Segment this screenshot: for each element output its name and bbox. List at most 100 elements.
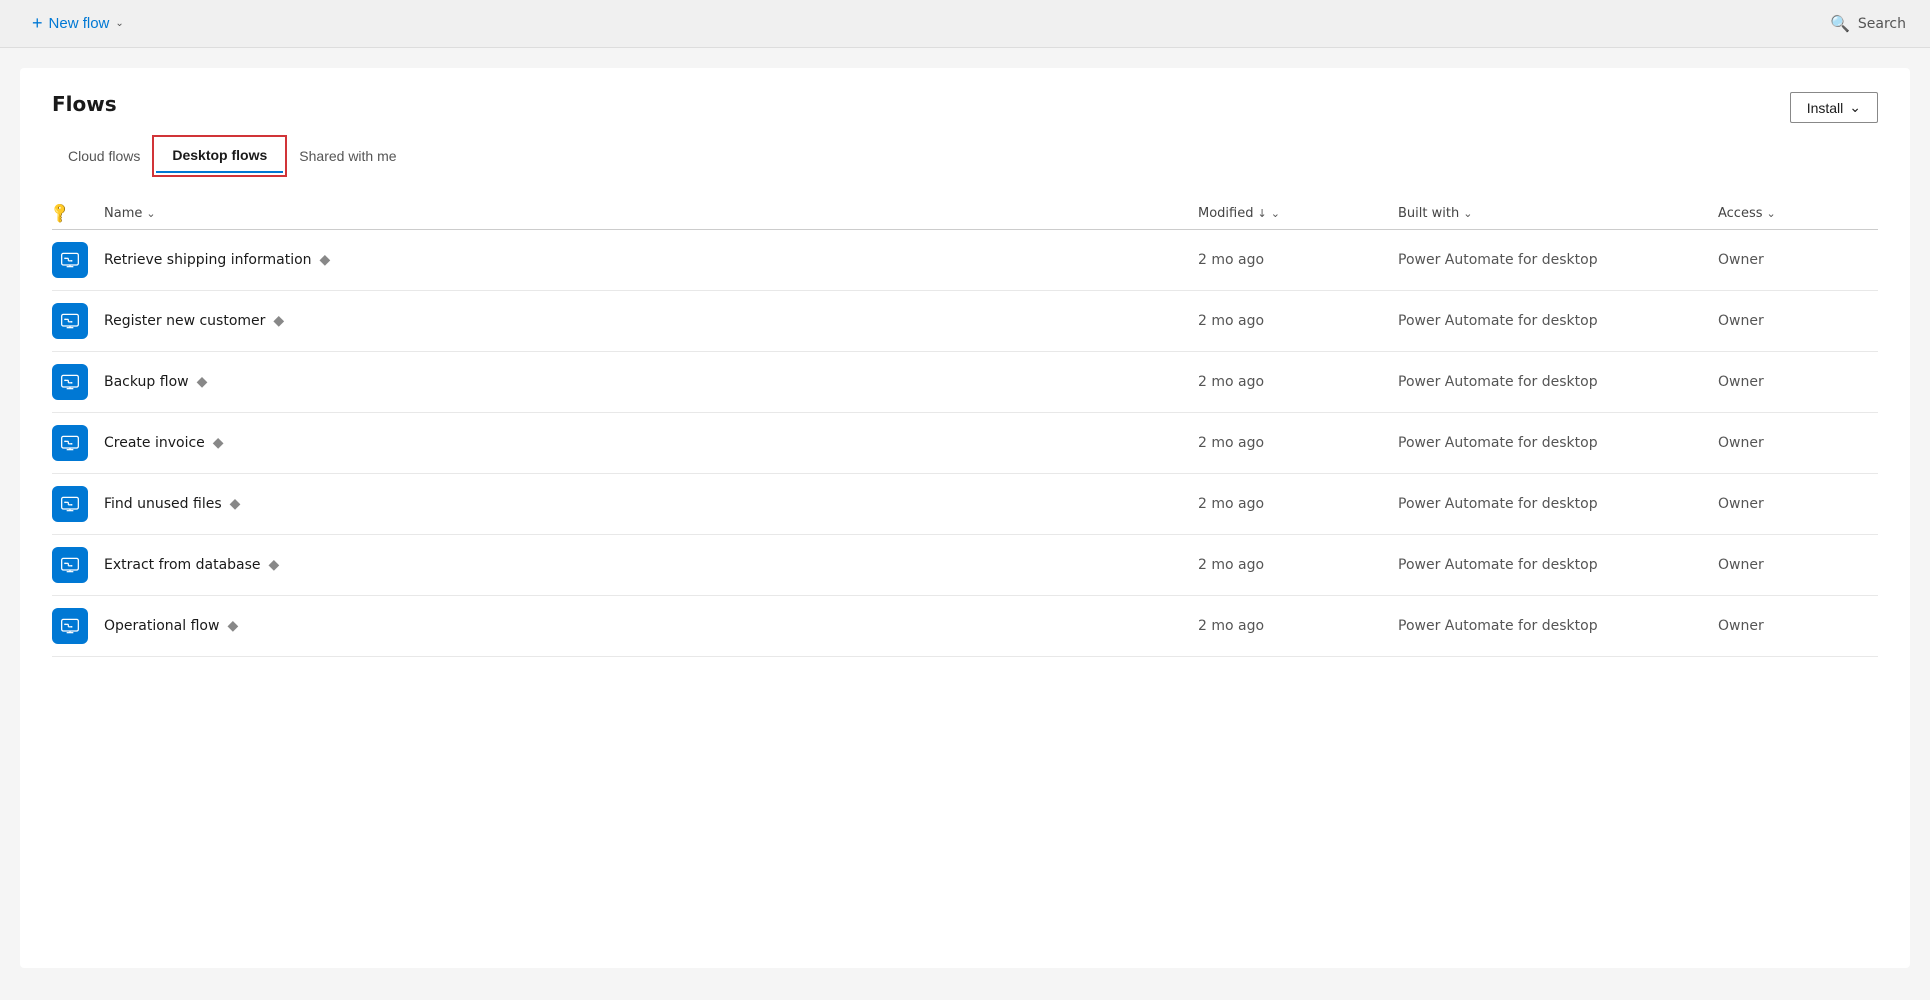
install-chevron-icon: ⌄	[1849, 99, 1861, 116]
flows-table: 🔑 Name ⌄ Modified ↓ ⌄ Built with ⌄ Acces…	[52, 197, 1878, 657]
desktop-flow-svg	[60, 494, 80, 514]
flow-name-text: Retrieve shipping information	[104, 252, 312, 268]
modified-cell: 2 mo ago	[1198, 435, 1398, 451]
table-row[interactable]: Extract from database ◆ 2 mo ago Power A…	[52, 535, 1878, 596]
flow-icon-cell	[52, 364, 104, 400]
search-icon: 🔍	[1830, 14, 1850, 33]
modified-sort-down-icon: ↓	[1257, 207, 1266, 220]
tab-desktop-flows[interactable]: Desktop flows	[156, 139, 283, 173]
access-cell: Owner	[1718, 252, 1878, 268]
flow-name-text: Create invoice	[104, 435, 205, 451]
built-with-sort-icon: ⌄	[1463, 207, 1472, 220]
flow-name-cell: Find unused files ◆	[104, 496, 1198, 512]
access-cell: Owner	[1718, 496, 1878, 512]
desktop-flow-svg	[60, 372, 80, 392]
table-row[interactable]: Backup flow ◆ 2 mo ago Power Automate fo…	[52, 352, 1878, 413]
table-rows: Retrieve shipping information ◆ 2 mo ago…	[52, 230, 1878, 657]
desktop-flow-svg	[60, 616, 80, 636]
new-flow-button[interactable]: + New flow ⌄	[24, 9, 132, 38]
table-row[interactable]: Create invoice ◆ 2 mo ago Power Automate…	[52, 413, 1878, 474]
flow-icon-cell	[52, 486, 104, 522]
access-sort-icon: ⌄	[1767, 207, 1776, 220]
built-with-cell: Power Automate for desktop	[1398, 557, 1718, 573]
modified-sort-icon: ⌄	[1271, 207, 1280, 220]
flow-name-cell: Create invoice ◆	[104, 435, 1198, 451]
flow-name-cell: Extract from database ◆	[104, 557, 1198, 573]
topbar: + New flow ⌄ 🔍 Search	[0, 0, 1930, 48]
flow-icon	[52, 303, 88, 339]
built-with-col-label: Built with	[1398, 206, 1459, 221]
flow-icon-cell	[52, 242, 104, 278]
flow-icon	[52, 486, 88, 522]
built-with-cell: Power Automate for desktop	[1398, 496, 1718, 512]
built-with-cell: Power Automate for desktop	[1398, 435, 1718, 451]
install-button[interactable]: Install ⌄	[1790, 92, 1878, 123]
flow-icon	[52, 608, 88, 644]
search-label: Search	[1858, 16, 1906, 32]
built-with-col-header[interactable]: Built with ⌄	[1398, 205, 1718, 221]
access-col-header[interactable]: Access ⌄	[1718, 205, 1878, 221]
flow-icon	[52, 364, 88, 400]
tabs-container: Cloud flows Desktop flows Shared with me	[52, 139, 1878, 173]
table-row[interactable]: Find unused files ◆ 2 mo ago Power Autom…	[52, 474, 1878, 535]
search-area[interactable]: 🔍 Search	[1830, 14, 1906, 33]
flow-icon-cell	[52, 425, 104, 461]
modified-cell: 2 mo ago	[1198, 618, 1398, 634]
desktop-flow-svg	[60, 555, 80, 575]
premium-diamond-icon: ◆	[213, 435, 224, 451]
desktop-flow-svg	[60, 311, 80, 331]
modified-cell: 2 mo ago	[1198, 557, 1398, 573]
modified-cell: 2 mo ago	[1198, 252, 1398, 268]
built-with-cell: Power Automate for desktop	[1398, 252, 1718, 268]
table-row[interactable]: Register new customer ◆ 2 mo ago Power A…	[52, 291, 1878, 352]
flow-name-text: Extract from database	[104, 557, 261, 573]
plus-icon: +	[32, 13, 43, 34]
access-col-label: Access	[1718, 206, 1763, 221]
modified-cell: 2 mo ago	[1198, 496, 1398, 512]
flow-icon	[52, 242, 88, 278]
page-title: Flows	[52, 92, 117, 116]
flow-icon-cell	[52, 303, 104, 339]
page-header: Flows Install ⌄	[52, 92, 1878, 123]
flow-name-text: Find unused files	[104, 496, 222, 512]
desktop-flow-svg	[60, 250, 80, 270]
premium-diamond-icon: ◆	[273, 313, 284, 329]
modified-cell: 2 mo ago	[1198, 313, 1398, 329]
premium-diamond-icon: ◆	[269, 557, 280, 573]
flow-name-cell: Retrieve shipping information ◆	[104, 252, 1198, 268]
flow-icon-cell	[52, 608, 104, 644]
chevron-down-icon: ⌄	[115, 18, 123, 29]
table-row[interactable]: Operational flow ◆ 2 mo ago Power Automa…	[52, 596, 1878, 657]
name-col-label: Name	[104, 206, 142, 221]
key-icon: 🔑	[49, 201, 73, 225]
main-content: Flows Install ⌄ Cloud flows Desktop flow…	[20, 68, 1910, 968]
built-with-cell: Power Automate for desktop	[1398, 313, 1718, 329]
access-cell: Owner	[1718, 374, 1878, 390]
access-cell: Owner	[1718, 435, 1878, 451]
premium-diamond-icon: ◆	[320, 252, 331, 268]
new-flow-label: New flow	[49, 15, 110, 32]
flow-name-text: Backup flow	[104, 374, 189, 390]
premium-diamond-icon: ◆	[230, 496, 241, 512]
tab-cloud-flows[interactable]: Cloud flows	[52, 139, 156, 173]
desktop-flow-svg	[60, 433, 80, 453]
modified-col-label: Modified	[1198, 206, 1253, 221]
name-sort-icon: ⌄	[146, 207, 155, 220]
flow-name-text: Register new customer	[104, 313, 265, 329]
name-col-header[interactable]: Name ⌄	[104, 205, 1198, 221]
built-with-cell: Power Automate for desktop	[1398, 374, 1718, 390]
tab-shared-with-me[interactable]: Shared with me	[283, 139, 412, 173]
flow-icon	[52, 547, 88, 583]
access-cell: Owner	[1718, 618, 1878, 634]
table-row[interactable]: Retrieve shipping information ◆ 2 mo ago…	[52, 230, 1878, 291]
flow-name-cell: Operational flow ◆	[104, 618, 1198, 634]
access-cell: Owner	[1718, 313, 1878, 329]
install-label: Install	[1807, 100, 1844, 116]
access-cell: Owner	[1718, 557, 1878, 573]
modified-cell: 2 mo ago	[1198, 374, 1398, 390]
flow-icon	[52, 425, 88, 461]
flow-name-text: Operational flow	[104, 618, 219, 634]
flow-icon-cell	[52, 547, 104, 583]
modified-col-header[interactable]: Modified ↓ ⌄	[1198, 205, 1398, 221]
built-with-cell: Power Automate for desktop	[1398, 618, 1718, 634]
